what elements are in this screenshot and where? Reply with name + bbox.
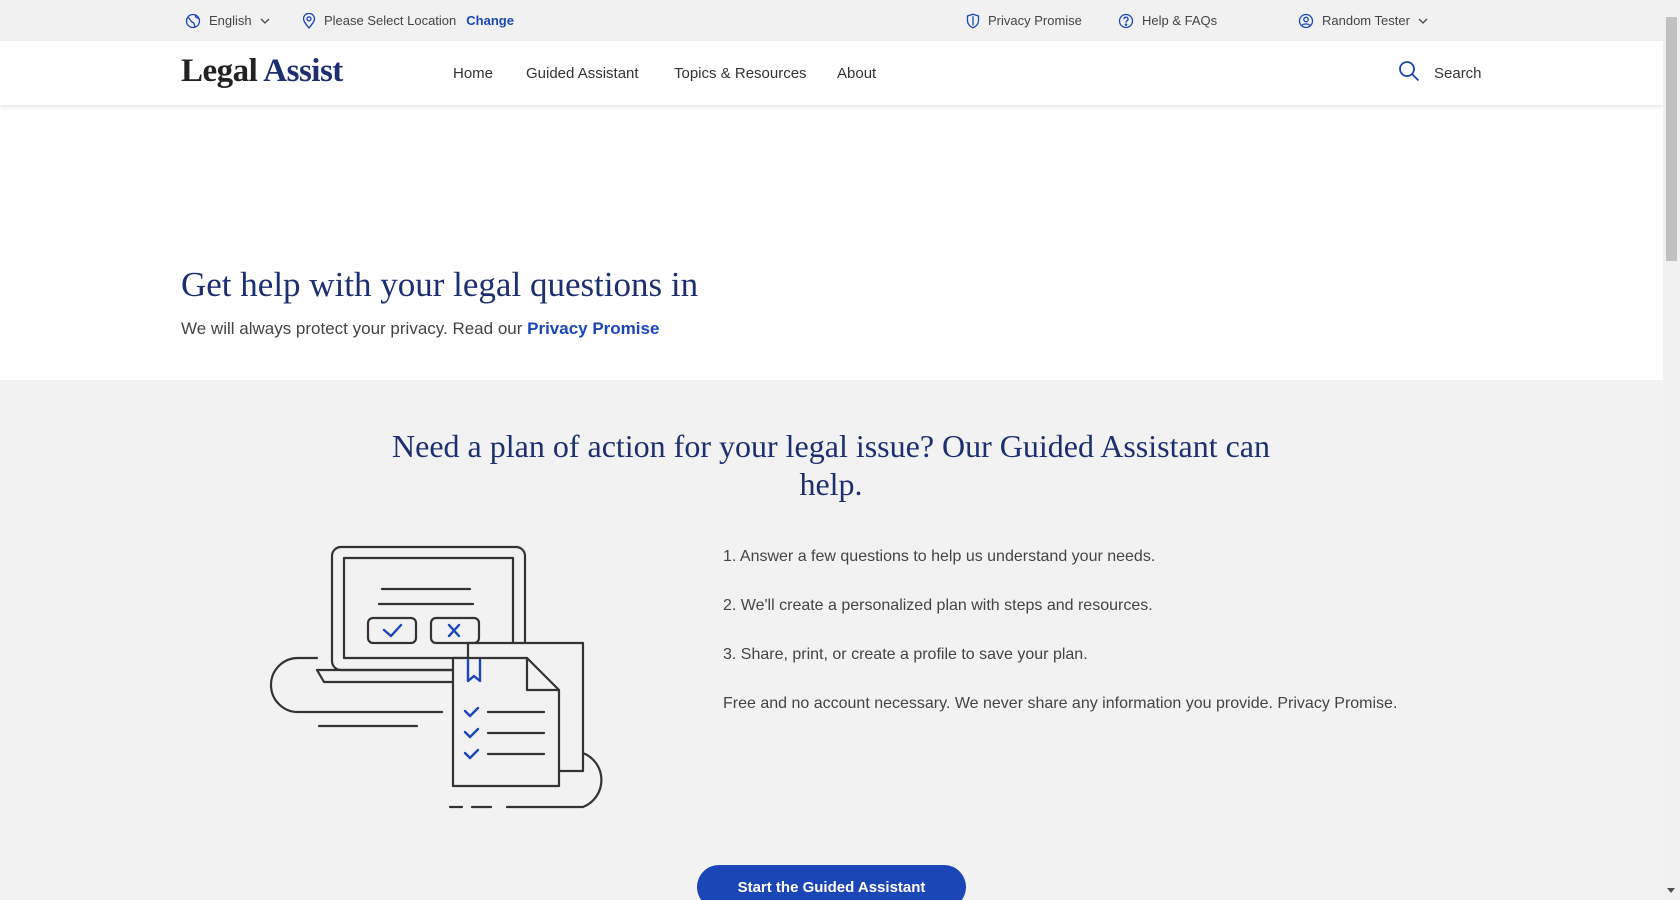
step-2: 2. We'll create a personalized plan with… xyxy=(723,597,1153,614)
language-selector[interactable]: English xyxy=(185,0,270,41)
step-1: 1. Answer a few questions to help us und… xyxy=(723,548,1156,565)
help-circle-icon xyxy=(1118,13,1134,29)
search-button[interactable]: Search xyxy=(1398,41,1482,105)
chevron-down-icon xyxy=(1418,16,1428,26)
location-pin-icon xyxy=(302,12,316,29)
user-menu[interactable]: Random Tester xyxy=(1298,0,1428,41)
page-scrollbar[interactable] xyxy=(1663,0,1680,900)
scrollbar-thumb[interactable] xyxy=(1666,17,1677,261)
logo-part-assist: Assist xyxy=(263,53,343,89)
privacy-promise-link[interactable]: Privacy Promise xyxy=(966,0,1082,41)
user-name: Random Tester xyxy=(1322,13,1410,28)
help-faqs-link[interactable]: Help & FAQs xyxy=(1118,0,1217,41)
shield-icon xyxy=(966,13,980,29)
guided-assistant-heading: Need a plan of action for your legal iss… xyxy=(392,428,1270,502)
page-viewport: English Please Select Location Change Pr… xyxy=(0,0,1663,900)
hero-subtitle: We will always protect your privacy. Rea… xyxy=(181,319,659,339)
start-guided-assistant-button[interactable]: Start the Guided Assistant xyxy=(697,865,966,900)
help-faqs-label: Help & FAQs xyxy=(1142,13,1218,28)
hero-title: Get help with your legal questions in xyxy=(181,265,699,304)
hero-privacy-link[interactable]: Privacy Promise xyxy=(527,319,659,338)
utility-bar: English Please Select Location Change Pr… xyxy=(0,0,1663,41)
guided-assistant-illustration xyxy=(262,540,622,815)
chevron-down-icon xyxy=(260,16,270,26)
nav-link-home[interactable]: Home xyxy=(453,41,493,105)
globe-icon xyxy=(185,13,201,29)
language-label: English xyxy=(209,13,252,28)
step-3: 3. Share, print, or create a profile to … xyxy=(723,646,1088,663)
main-nav: Legal Assist Home Guided Assistant Topic… xyxy=(0,41,1663,105)
privacy-promise-label: Privacy Promise xyxy=(988,13,1082,28)
hero-section: Get help with your legal questions in We… xyxy=(0,105,1663,380)
location-text: Please Select Location xyxy=(324,13,457,28)
search-label: Search xyxy=(1434,64,1482,82)
logo-part-legal: Legal xyxy=(181,53,258,89)
site-logo[interactable]: Legal Assist xyxy=(181,53,343,90)
search-icon xyxy=(1398,60,1420,86)
nav-link-guided-assistant[interactable]: Guided Assistant xyxy=(526,41,639,105)
nav-link-about[interactable]: About xyxy=(837,41,876,105)
privacy-note: Free and no account necessary. We never … xyxy=(723,695,1398,712)
guided-assistant-section: Need a plan of action for your legal iss… xyxy=(0,380,1663,900)
user-circle-icon xyxy=(1298,13,1314,29)
hero-subtitle-text: We will always protect your privacy. Rea… xyxy=(181,319,523,338)
scroll-down-arrow-icon[interactable] xyxy=(1667,888,1675,893)
nav-link-topics-resources[interactable]: Topics & Resources xyxy=(674,41,807,105)
location-display: Please Select Location Change xyxy=(302,0,514,41)
change-location-link[interactable]: Change xyxy=(466,13,514,28)
